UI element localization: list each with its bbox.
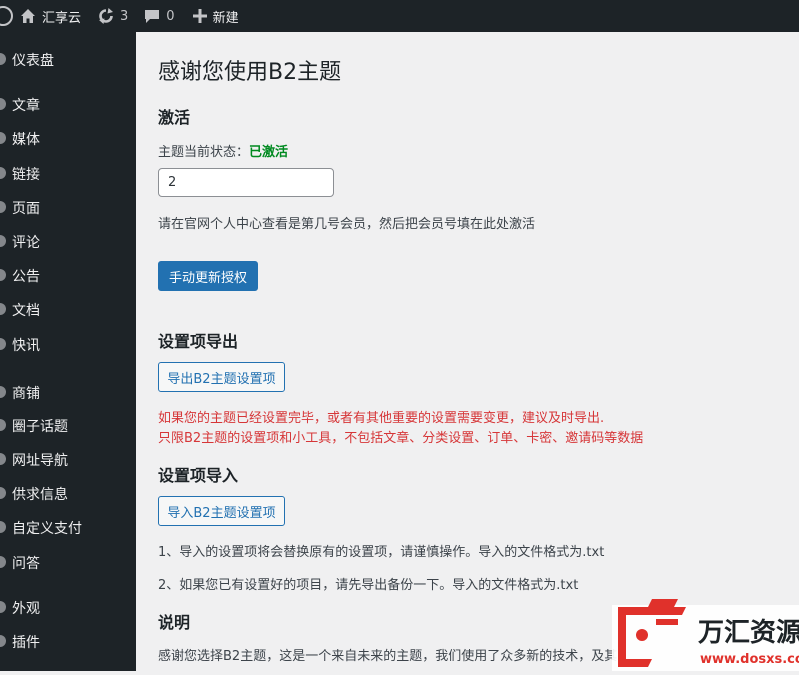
updates-icon [99,8,114,24]
import-settings-button[interactable]: 导入B2主题设置项 [158,496,285,526]
export-heading: 设置项导出 [158,332,239,351]
sidebar-item-label: 快讯 [12,338,40,354]
watermark-logo: 万汇资源网 www.dosxs.com [612,597,799,671]
sidebar-item-shop[interactable]: 商铺 [0,378,136,408]
sidebar-item-url-nav[interactable]: 网址导航 [0,445,136,475]
sidebar-item-posts[interactable]: 文章 [0,90,136,120]
new-label: 新建 [212,10,239,26]
sidebar-item-supply-demand[interactable]: 供求信息 [0,479,136,509]
supply-demand-icon [0,487,6,499]
import-note-1: 1、导入的设置项将会替换原有的设置项，请谨慎操作。导入的文件格式为.txt [158,545,605,560]
comments-icon [0,235,6,247]
sidebar-item-label: 问答 [12,556,40,572]
sidebar-item-custom-payment[interactable]: 自定义支付 [0,513,136,543]
newsflash-icon [0,338,6,350]
sidebar-item-label: 供求信息 [12,487,68,503]
activation-status: 主题当前状态：已激活 [158,141,288,160]
sidebar-item-label: 公告 [12,269,40,285]
appearance-icon [0,601,6,613]
sidebar-item-qa[interactable]: 问答 [0,548,136,578]
sidebar-item-newsflash[interactable]: 快讯 [0,330,136,360]
circle-topics-icon [0,419,6,431]
sidebar-item-label: 仪表盘 [12,53,54,69]
about-heading: 说明 [158,613,191,632]
home-icon [21,9,35,23]
updates-count: 3 [120,8,129,24]
sidebar-item-label: 链接 [12,167,40,183]
plus-icon [192,9,207,23]
sidebar-item-circle-topics[interactable]: 圈子话题 [0,411,136,441]
site-name-link[interactable]: 汇享云 [20,0,81,32]
links-icon [0,167,6,179]
sidebar-item-label: 外观 [12,601,40,617]
about-text: 感谢您选择B2主题，这是一个来自未来的主题，我们使用了众多新的技术，及其 [158,649,618,664]
sidebar-item-label: 自定义支付 [12,521,82,537]
shop-icon [0,386,6,398]
sidebar-item-pages[interactable]: 页面 [0,193,136,223]
watermark-brand: 万汇资源网 [698,618,799,648]
dashboard-icon [0,53,6,65]
sidebar-item-comments[interactable]: 评论 [0,227,136,257]
sidebar-item-appearance[interactable]: 外观 [0,593,136,623]
sidebar-item-label: 文档 [12,303,40,319]
announcement-icon [0,269,6,281]
sidebar-item-plugins[interactable]: 插件 [0,627,136,657]
admin-sidebar: 仪表盘 文章 媒体 链接 页面 评论 公告 文档 快讯 商铺 圈子话题 网址导航… [0,32,136,671]
document-icon [0,303,6,315]
watermark-url: www.dosxs.com [700,652,799,667]
comments-link[interactable]: 0 [144,0,175,32]
sidebar-item-label: 商铺 [12,386,40,402]
wordpress-logo-button[interactable] [0,0,14,32]
export-note-2: 只限B2主题的设置项和小工具，不包括文章、分类设置、订单、卡密、邀请码等数据 [158,431,644,446]
updates-link[interactable]: 3 [97,0,128,32]
status-label: 主题当前状态： [158,145,250,160]
new-content-button[interactable]: 新建 [192,0,239,32]
sidebar-item-label: 页面 [12,201,40,217]
wordpress-logo-icon [0,6,13,26]
sidebar-item-label: 网址导航 [12,453,68,469]
media-icon [0,132,6,144]
sidebar-item-dashboard[interactable]: 仪表盘 [0,45,136,75]
activate-heading: 激活 [158,108,191,127]
status-badge: 已激活 [249,145,289,160]
sidebar-item-label: 媒体 [12,132,40,148]
comments-count: 0 [166,8,175,24]
sidebar-item-links[interactable]: 链接 [0,159,136,189]
sidebar-item-announcements[interactable]: 公告 [0,261,136,291]
activate-help-text: 请在官网个人中心查看是第几号会员，然后把会员号填在此处激活 [158,217,536,232]
update-license-button[interactable]: 手动更新授权 [158,261,258,291]
site-name: 汇享云 [42,10,82,26]
import-note-2: 2、如果您已有设置好的项目，请先导出备份一下。导入的文件格式为.txt [158,578,579,593]
payment-icon [0,521,6,533]
sidebar-item-media[interactable]: 媒体 [0,124,136,154]
page-title: 感谢您使用B2主题 [158,60,342,85]
url-nav-icon [0,453,6,465]
comment-bubble-icon [145,10,160,23]
export-settings-button[interactable]: 导出B2主题设置项 [158,362,285,392]
import-heading: 设置项导入 [158,466,239,485]
member-number-input[interactable] [158,168,334,197]
qa-icon [0,556,6,568]
posts-icon [0,98,6,110]
sidebar-item-label: 评论 [12,235,40,251]
pages-icon [0,201,6,213]
sidebar-item-label: 插件 [12,635,40,651]
sidebar-item-label: 文章 [12,98,40,114]
sidebar-item-documents[interactable]: 文档 [0,295,136,325]
sidebar-item-label: 圈子话题 [12,419,68,435]
export-note-1: 如果您的主题已经设置完毕，或者有其他重要的设置需要变更，建议及时导出. [158,411,605,426]
plugins-icon [0,635,6,647]
admin-bar: 汇享云 3 0 新建 [0,0,799,32]
